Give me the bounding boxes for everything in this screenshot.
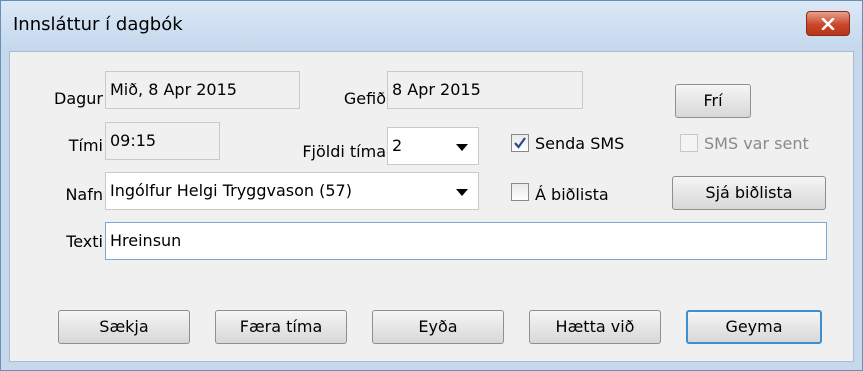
- nafn-label: Nafn: [65, 185, 103, 204]
- checkmark-icon: [514, 137, 526, 149]
- sms-var-sent-label: SMS var sent: [704, 134, 809, 153]
- fjoldi-select[interactable]: 2: [387, 127, 479, 165]
- chevron-down-icon[interactable]: [456, 189, 468, 196]
- texti-input[interactable]: Hreinsun: [105, 222, 827, 260]
- senda-sms-label[interactable]: Senda SMS: [535, 134, 624, 154]
- timi-label: Tími: [68, 136, 103, 155]
- close-button[interactable]: [806, 11, 850, 36]
- dialog-body: Dagur Mið, 8 Apr 2015 Gefið 8 Apr 2015 F…: [9, 51, 854, 362]
- chevron-down-icon[interactable]: [456, 144, 468, 151]
- gefid-field: 8 Apr 2015: [387, 71, 583, 109]
- texti-label: Texti: [66, 232, 103, 251]
- nafn-value: Ingólfur Helgi Tryggvason (57): [110, 181, 352, 200]
- fjoldi-value: 2: [392, 136, 403, 155]
- dialog-window: Innsláttur í dagbók Dagur Mið, 8 Apr 201…: [0, 0, 863, 371]
- fri-button[interactable]: Frí: [675, 84, 751, 118]
- dagur-label: Dagur: [54, 89, 103, 108]
- a-bidlista-label[interactable]: Á biðlista: [535, 185, 609, 205]
- geyma-button[interactable]: Geyma: [686, 310, 822, 344]
- a-bidlista-checkbox[interactable]: [511, 183, 529, 201]
- saekja-button[interactable]: Sækja: [58, 310, 190, 344]
- window-title: Innsláttur í dagbók: [13, 14, 183, 35]
- faera-tima-button[interactable]: Færa tíma: [215, 310, 347, 344]
- eyda-button[interactable]: Eyða: [372, 310, 504, 344]
- nafn-select[interactable]: Ingólfur Helgi Tryggvason (57): [105, 172, 479, 210]
- dagur-field: Mið, 8 Apr 2015: [105, 71, 300, 109]
- senda-sms-checkbox[interactable]: [511, 134, 529, 152]
- sja-bidlista-button[interactable]: Sjá biðlista: [672, 176, 826, 210]
- title-bar[interactable]: Innsláttur í dagbók: [1, 1, 862, 51]
- fjoldi-label: Fjöldi tíma: [302, 142, 386, 161]
- gefid-label: Gefið: [343, 89, 386, 108]
- close-icon: [821, 17, 835, 30]
- timi-field: 09:15: [105, 122, 220, 160]
- haetta-vid-button[interactable]: Hætta við: [529, 310, 661, 344]
- sms-var-sent-checkbox[interactable]: [680, 134, 698, 152]
